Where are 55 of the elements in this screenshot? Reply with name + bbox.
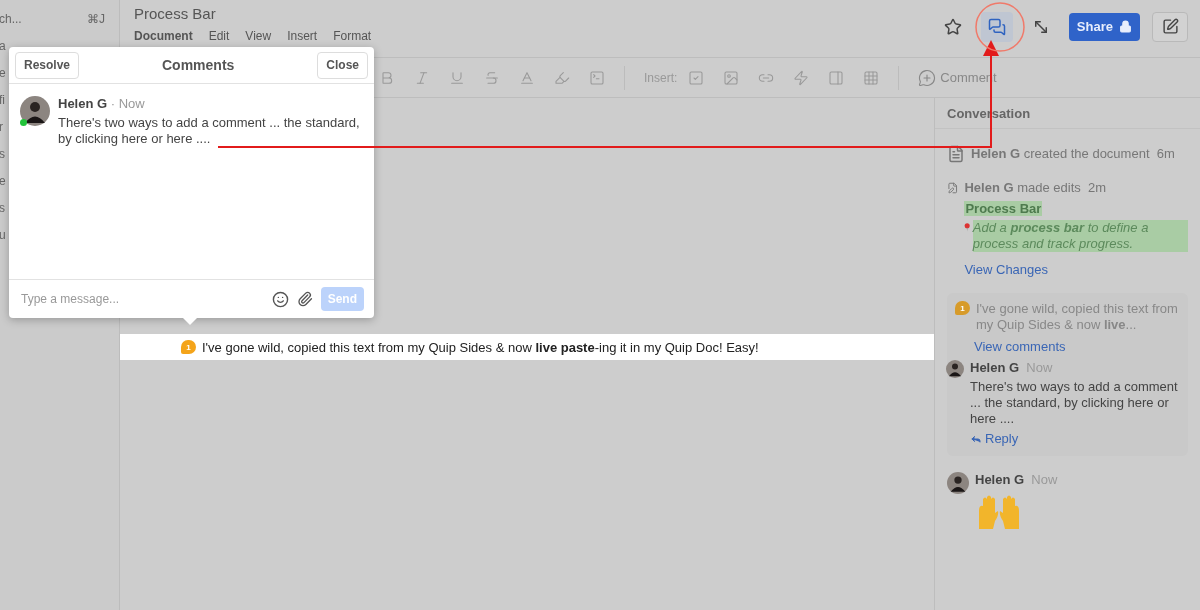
code-icon[interactable] — [589, 69, 605, 86]
quoted-text: I've gone wild, copied this text from my Quip Sides & now live... — [976, 301, 1178, 333]
image-icon[interactable] — [723, 69, 740, 86]
text-color-icon[interactable] — [519, 69, 535, 86]
menu-item[interactable]: View — [245, 29, 272, 43]
strikethrough-icon[interactable] — [484, 69, 500, 86]
author-name: Helen G — [975, 472, 1025, 487]
edit-snippet: Add a process bar to define a process and track progress. — [972, 220, 1188, 252]
add-comment-icon — [918, 68, 937, 87]
share-button[interactable]: Share — [1068, 12, 1140, 41]
highlighter-icon[interactable] — [554, 69, 570, 86]
star-icon — [943, 17, 962, 36]
attach-icon[interactable] — [296, 291, 313, 307]
chat-icon — [987, 17, 1006, 36]
author-name: Helen G — [58, 96, 108, 111]
comment-text: There's two ways to add a comment ... the standard, by clicking here or here .... — [58, 115, 361, 147]
emoji-icon[interactable] — [271, 290, 289, 308]
document-icon — [947, 145, 965, 163]
reply-link[interactable]: Reply — [970, 431, 1019, 446]
view-comments-link[interactable]: View comments — [974, 339, 1066, 354]
panel-icon[interactable] — [828, 69, 845, 86]
checkbox-icon[interactable] — [688, 69, 705, 86]
underline-icon[interactable] — [449, 69, 465, 86]
menu-item[interactable]: Insert — [287, 29, 318, 43]
bold-icon[interactable] — [379, 69, 395, 86]
table-icon[interactable] — [863, 69, 880, 86]
menu-item[interactable]: Document — [134, 29, 193, 43]
italic-icon[interactable] — [414, 69, 430, 86]
conversation-button[interactable] — [980, 11, 1013, 42]
event-text: Helen G made edits 2m — [964, 179, 1108, 197]
avatar — [20, 96, 50, 126]
shortcut-hint: ⌘J — [87, 10, 105, 28]
comment-time: · Now — [110, 96, 145, 111]
lock-icon — [1119, 20, 1132, 33]
avatar — [947, 472, 969, 494]
comment-text: There's two ways to add a comment ... the standard, by clicking here or here .... — [970, 379, 1178, 427]
lightning-icon[interactable] — [793, 69, 810, 86]
highlight-circle — [975, 2, 1025, 52]
compose-button[interactable] — [1152, 11, 1188, 42]
view-changes-link[interactable]: View Changes — [964, 262, 1049, 277]
search-field[interactable]: ch... — [0, 10, 22, 28]
document-text: I've gone wild, copied this text from my Quip Sides & now live paste-ing it in my Quip Doc! Easy! — [202, 339, 759, 355]
event-text: Helen G created the document 6m — [971, 145, 1175, 163]
popup-title: Comments — [162, 57, 235, 73]
avatar — [946, 360, 964, 378]
menu-item[interactable]: Edit — [208, 29, 230, 43]
compose-icon — [1161, 18, 1179, 35]
close-button[interactable]: Close — [317, 51, 368, 79]
menu-item[interactable]: Format — [333, 29, 372, 43]
edit-heading: Process Bar — [964, 201, 1043, 216]
document-title: Process Bar — [134, 4, 217, 24]
resolve-button[interactable]: Resolve — [15, 51, 80, 79]
author-name: Helen G — [970, 360, 1020, 375]
comment-count-badge[interactable]: 1 — [181, 340, 196, 354]
comment-count-badge: 1 — [955, 301, 970, 315]
